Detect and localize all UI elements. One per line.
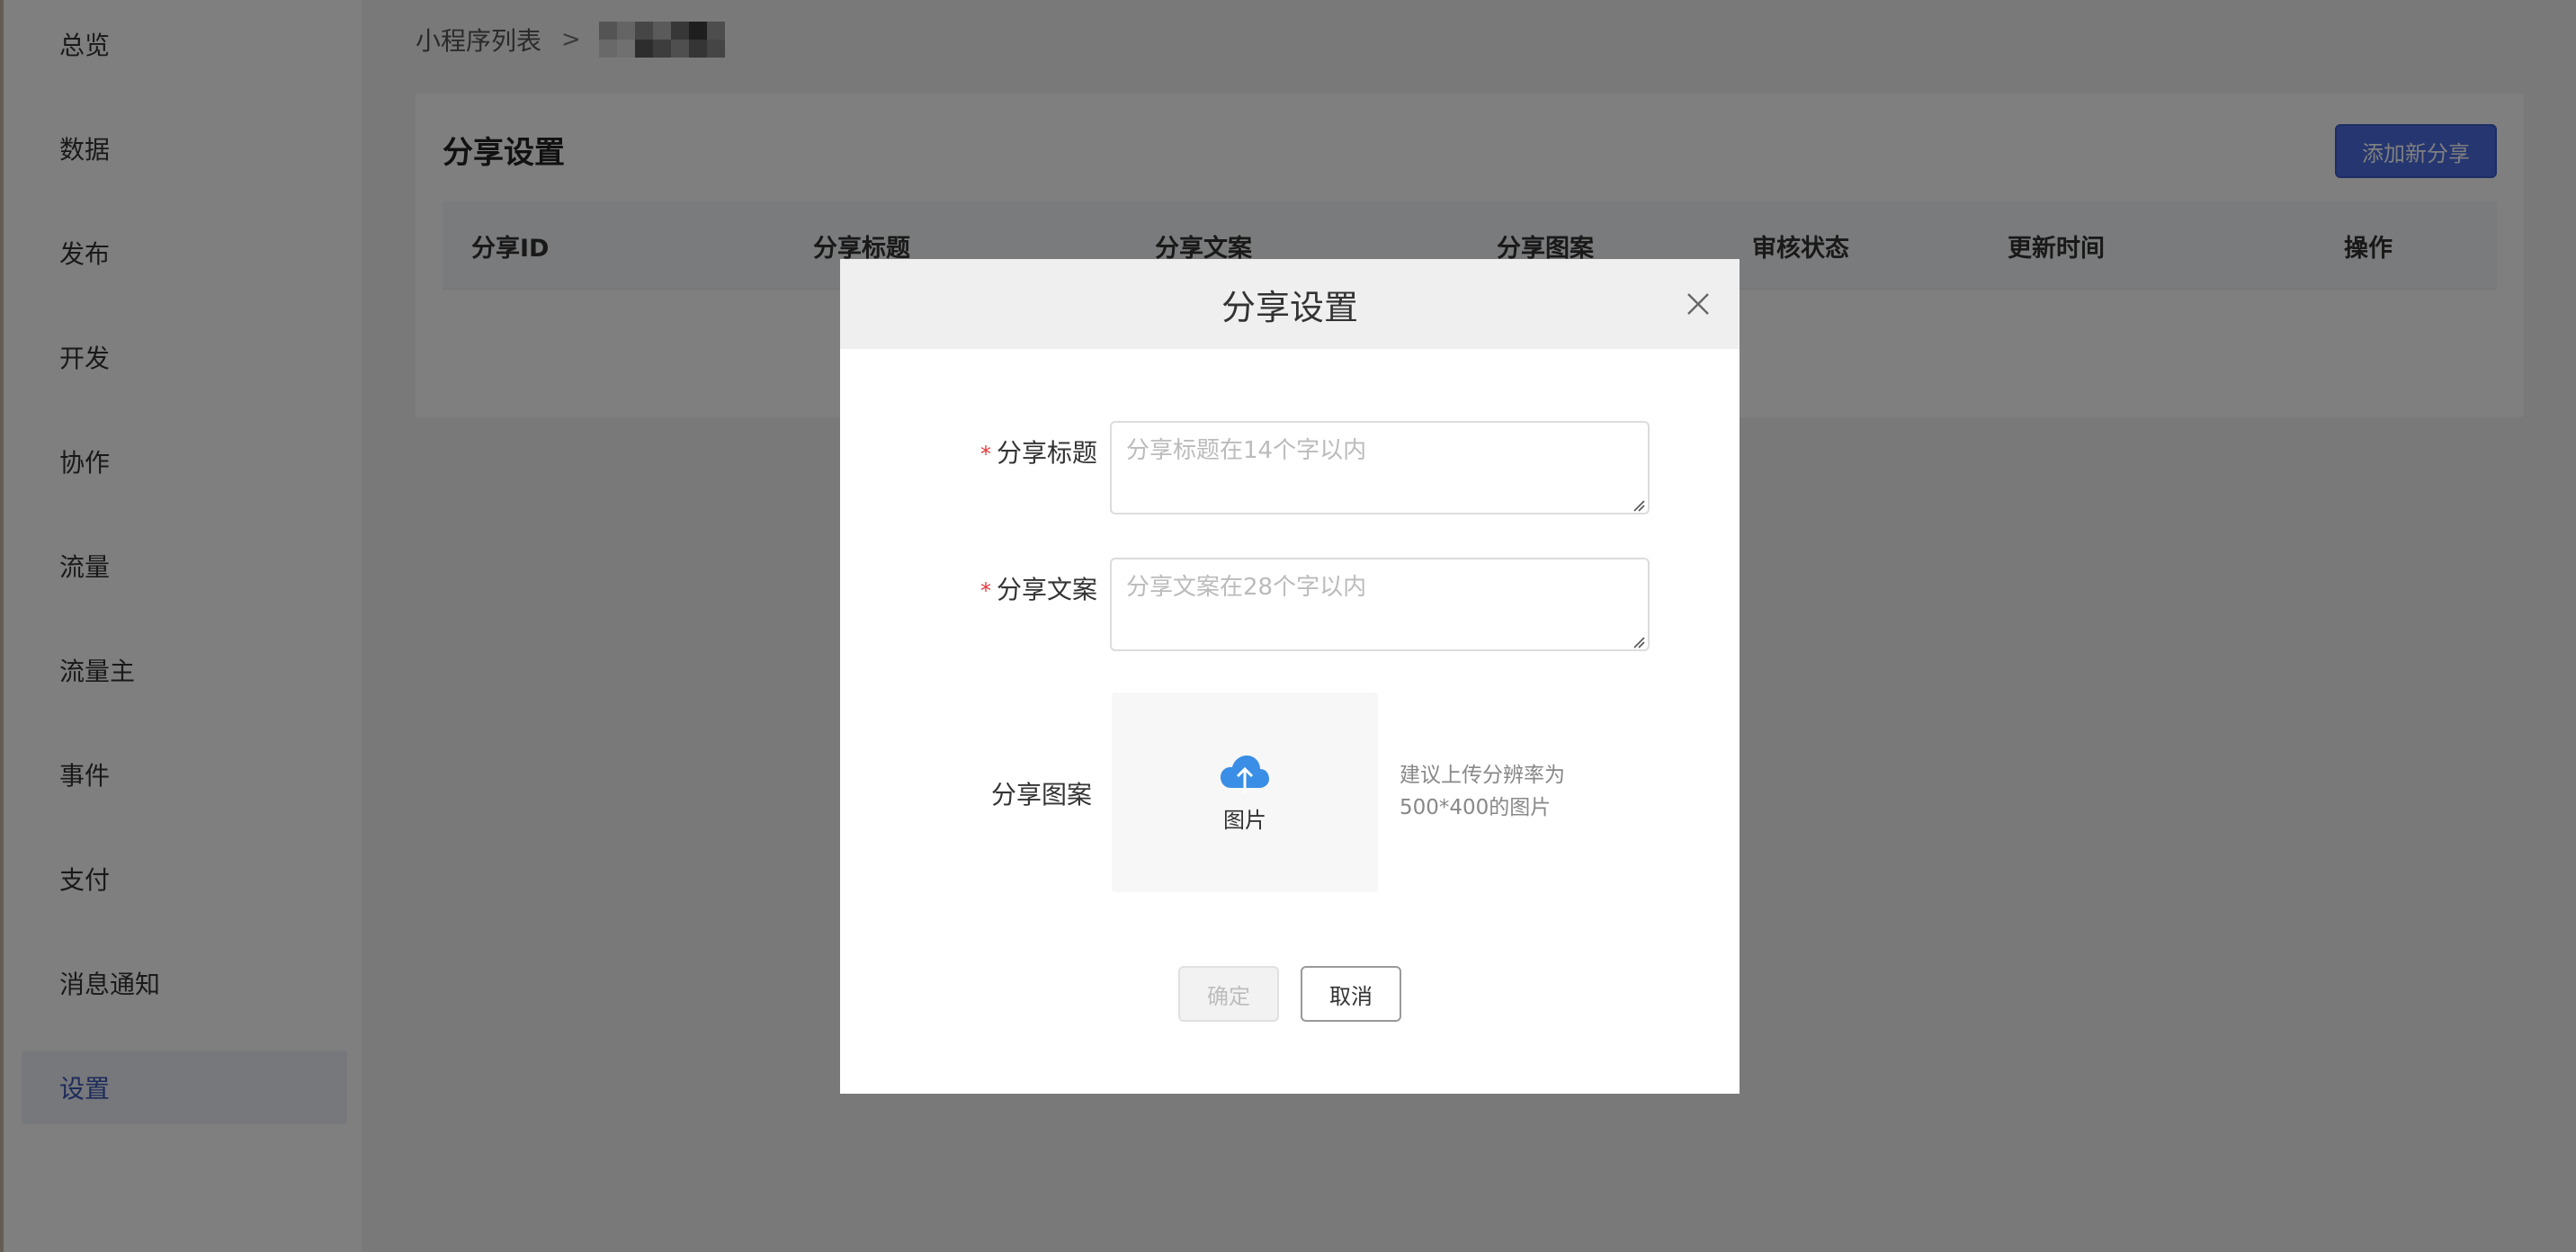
upload-hint: 建议上传分辨率为 500*400的图片 xyxy=(1400,759,1615,824)
upload-hint-line: 建议上传分辨率为 xyxy=(1400,764,1565,787)
cancel-button[interactable]: 取消 xyxy=(1301,966,1401,1022)
dialog-title: 分享设置 xyxy=(1221,287,1358,327)
share-settings-dialog: 分享设置 *分享标题 *分享文案 分享图案 xyxy=(840,259,1740,1094)
resize-grip-icon[interactable] xyxy=(1632,635,1646,649)
resize-grip-icon[interactable] xyxy=(1632,498,1646,513)
app-root: 总览 数据 发布 开发 协作 流量 流量主 事件 支付 消息通知 设置 小程序列… xyxy=(0,0,2576,1252)
upload-hint-line: 500*400的图片 xyxy=(1400,796,1552,819)
required-mark: * xyxy=(979,578,991,604)
required-mark: * xyxy=(979,442,991,467)
share-title-label: * 分享标题 xyxy=(966,434,1097,470)
share-title-label-text: 分享标题 xyxy=(996,438,1097,468)
close-icon[interactable] xyxy=(1680,286,1716,322)
share-desc-label: * 分享文案 xyxy=(966,570,1097,606)
share-desc-input[interactable] xyxy=(1110,558,1650,651)
share-title-input[interactable] xyxy=(1110,421,1650,514)
confirm-button[interactable]: 确定 xyxy=(1178,966,1279,1022)
image-upload-area[interactable]: 图片 xyxy=(1112,693,1378,892)
share-desc-label-text: 分享文案 xyxy=(996,575,1097,604)
upload-label: 图片 xyxy=(1223,807,1266,833)
cloud-upload-icon xyxy=(1221,755,1269,793)
dialog-header: 分享设置 xyxy=(840,259,1740,349)
share-image-label: 分享图案 xyxy=(990,780,1092,809)
